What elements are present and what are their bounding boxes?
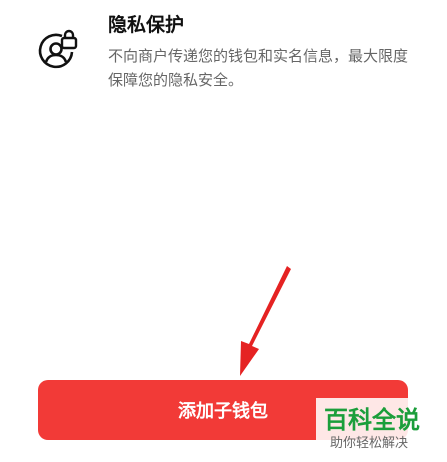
add-sub-wallet-label: 添加子钱包	[178, 401, 268, 422]
watermark-subtitle: 助你轻松解决	[330, 436, 409, 451]
privacy-description: 不向商户传递您的钱包和实名信息，最大限度保障您的隐私安全。	[108, 47, 409, 89]
watermark-title: 百科全说	[324, 406, 420, 434]
watermark: 百科全说 助你轻松解决	[316, 398, 447, 462]
user-lock-icon	[38, 29, 78, 69]
red-arrow-icon	[240, 266, 291, 376]
privacy-title: 隐私保护	[108, 14, 185, 36]
wallet-privacy-page: 隐私保护 不向商户传递您的钱包和实名信息，最大限度保障您的隐私安全。 添加子钱包…	[0, 0, 447, 462]
